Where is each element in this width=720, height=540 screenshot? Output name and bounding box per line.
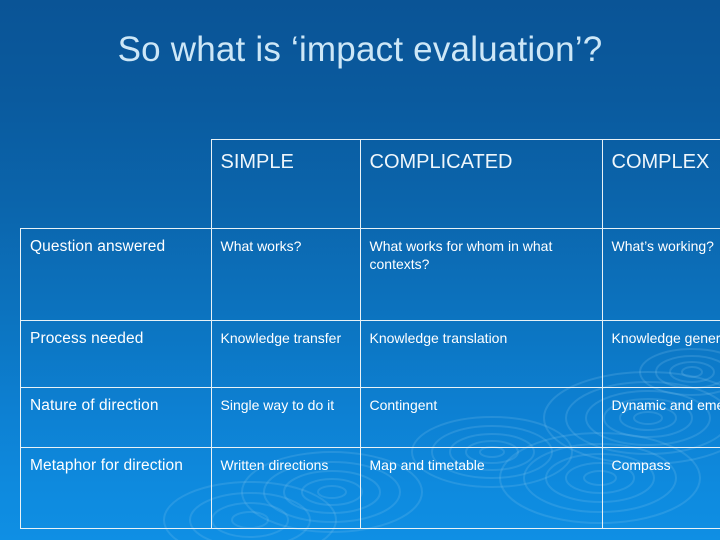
cell-process-needed-complex: Knowledge generation bbox=[601, 320, 720, 388]
column-header-simple: SIMPLE bbox=[210, 139, 361, 229]
row-label-process-needed: Process needed bbox=[20, 320, 212, 388]
table-row: Nature of direction Single way to do it … bbox=[20, 387, 720, 448]
cell-nature-of-direction-complicated: Contingent bbox=[359, 387, 603, 448]
column-header-complex: COMPLEX bbox=[601, 139, 720, 229]
cell-nature-of-direction-complex: Dynamic and emergent bbox=[601, 387, 720, 448]
cell-metaphor-for-direction-complicated: Map and timetable bbox=[359, 447, 603, 529]
row-label-metaphor-for-direction: Metaphor for direction bbox=[20, 447, 212, 529]
table-row: Metaphor for direction Written direction… bbox=[20, 447, 720, 529]
cell-metaphor-for-direction-simple: Written directions bbox=[210, 447, 361, 529]
row-label-nature-of-direction: Nature of direction bbox=[20, 387, 212, 448]
cell-question-answered-complicated: What works for whom in what contexts? bbox=[359, 228, 603, 321]
table-body: Question answered What works? What works… bbox=[20, 228, 720, 529]
table-header: SIMPLE COMPLICATED COMPLEX bbox=[20, 139, 720, 229]
cell-nature-of-direction-simple: Single way to do it bbox=[210, 387, 361, 448]
table-row: Question answered What works? What works… bbox=[20, 228, 720, 321]
impact-evaluation-matrix: SIMPLE COMPLICATED COMPLEX Question answ… bbox=[20, 139, 720, 529]
cell-process-needed-simple: Knowledge transfer bbox=[210, 320, 361, 388]
table-header-row: SIMPLE COMPLICATED COMPLEX bbox=[20, 139, 720, 229]
cell-question-answered-complex: What’s working? bbox=[601, 228, 720, 321]
cell-metaphor-for-direction-complex: Compass bbox=[601, 447, 720, 529]
cell-process-needed-complicated: Knowledge translation bbox=[359, 320, 603, 388]
column-header-complicated: COMPLICATED bbox=[359, 139, 603, 229]
page-title: So what is ‘impact evaluation’? bbox=[117, 30, 603, 69]
row-label-question-answered: Question answered bbox=[20, 228, 212, 321]
column-header-corner bbox=[20, 139, 212, 229]
cell-question-answered-simple: What works? bbox=[210, 228, 361, 321]
table-row: Process needed Knowledge transfer Knowle… bbox=[20, 320, 720, 388]
slide-canvas: So what is ‘impact evaluation’? SIMPLE C… bbox=[0, 0, 720, 540]
